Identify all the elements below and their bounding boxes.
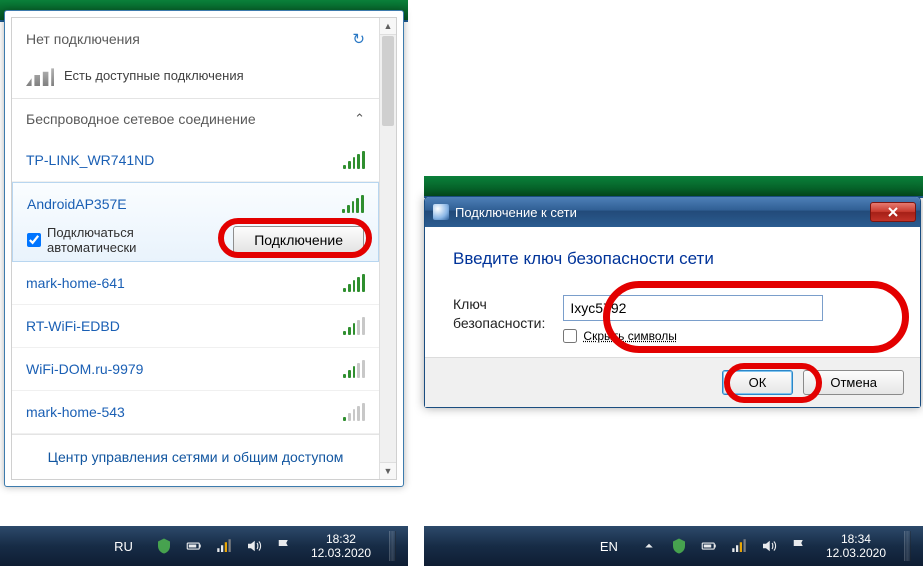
tray-up-icon[interactable] [640,537,658,555]
close-button[interactable] [870,202,916,222]
network-name: TP-LINK_WR741ND [26,152,154,168]
dialog-titlebar[interactable]: Подключение к сети [425,197,920,227]
show-desktop-button[interactable] [904,531,911,561]
network-item[interactable]: mark-home-641 [12,262,379,305]
network-item[interactable]: mark-home-543 [12,391,379,434]
hide-chars-checkbox[interactable]: Скрыть символы [563,329,892,343]
hide-chars-input[interactable] [563,329,577,343]
taskbar-right: EN 18:34 12.03.2020 [424,526,923,566]
dialog-title-text: Подключение к сети [455,205,577,220]
clock-time: 18:34 [826,532,886,546]
lang-indicator[interactable]: EN [600,539,618,554]
signal-icon [343,151,365,169]
clock[interactable]: 18:32 12.03.2020 [311,532,371,561]
ok-button[interactable]: ОК [722,370,794,395]
scroll-down-icon[interactable]: ▼ [380,462,396,479]
auto-connect-checkbox[interactable]: Подключатьсяавтоматически [27,225,136,255]
signal-icon [342,195,364,213]
flyout-header: Нет подключения ↻ [12,18,379,58]
security-key-field-wrap: Скрыть символы [563,295,892,343]
scroll-thumb[interactable] [382,36,394,126]
tray-volume-icon[interactable] [760,537,778,555]
wifi-status-icon [26,64,54,86]
dialog-footer: ОК Отмена [425,357,920,407]
dialog-app-icon [433,204,449,220]
clock-time: 18:32 [311,532,371,546]
tray-shield-icon[interactable] [155,537,173,555]
clock-date: 12.03.2020 [826,546,886,560]
network-item[interactable]: RT-WiFi-EDBD [12,305,379,348]
signal-icon [343,360,365,378]
network-item-selected[interactable]: AndroidAP357E Подключатьсяавтоматически … [12,182,379,262]
desktop-strip-right [424,176,923,198]
connect-dialog: Подключение к сети Введите ключ безопасн… [424,196,921,408]
network-name: AndroidAP357E [27,196,127,212]
tray-volume-icon[interactable] [245,537,263,555]
wireless-section-label: Беспроводное сетевое соединение [26,111,256,127]
security-key-input[interactable] [563,295,823,321]
tray-shield-icon[interactable] [670,537,688,555]
flyout-subheader-text: Есть доступные подключения [64,68,244,83]
network-item[interactable]: WiFi-DOM.ru-9979 [12,348,379,391]
flyout-header-text: Нет подключения [26,31,140,47]
network-flyout-inner: Нет подключения ↻ Есть доступные подключ… [11,17,397,480]
network-name: mark-home-641 [26,275,125,291]
signal-icon [343,403,365,421]
network-name: RT-WiFi-EDBD [26,318,120,334]
refresh-icon[interactable]: ↻ [352,30,365,48]
auto-connect-input[interactable] [27,233,41,247]
network-item[interactable]: TP-LINK_WR741ND [12,139,379,182]
clock-date: 12.03.2020 [311,546,371,560]
wireless-section-header[interactable]: Беспроводное сетевое соединение ⌃ [12,99,379,139]
security-key-row: Ключбезопасности: Скрыть символы [453,295,892,343]
network-list: TP-LINK_WR741ND AndroidAP357E Подключать… [12,139,379,434]
taskbar-left: RU 18:32 12.03.2020 [0,526,408,566]
tray-network-icon[interactable] [215,537,233,555]
dialog-heading: Введите ключ безопасности сети [453,249,892,269]
show-desktop-button[interactable] [389,531,396,561]
network-name: WiFi-DOM.ru-9979 [26,361,143,377]
network-center-link[interactable]: Центр управления сетями и общим доступом [12,434,379,479]
network-name: mark-home-543 [26,404,125,420]
signal-icon [343,317,365,335]
dialog-body: Введите ключ безопасности сети Ключбезоп… [425,227,920,357]
tray-flag-icon[interactable] [275,537,293,555]
lang-indicator[interactable]: RU [114,539,133,554]
clock[interactable]: 18:34 12.03.2020 [826,532,886,561]
tray-network-icon[interactable] [730,537,748,555]
tray-flag-icon[interactable] [790,537,808,555]
auto-connect-label: Подключатьсяавтоматически [47,225,136,255]
signal-icon [343,274,365,292]
tray-battery-icon[interactable] [185,537,203,555]
network-flyout: Нет подключения ↻ Есть доступные подключ… [4,10,404,487]
tray-battery-icon[interactable] [700,537,718,555]
chevron-up-icon: ⌃ [354,111,365,127]
security-key-label: Ключбезопасности: [453,295,545,333]
scrollbar[interactable]: ▲ ▼ [379,18,396,479]
hide-chars-label: Скрыть символы [583,329,677,343]
connect-button[interactable]: Подключение [233,226,364,254]
flyout-subheader: Есть доступные подключения [12,58,379,98]
cancel-button[interactable]: Отмена [803,370,904,395]
close-icon [887,207,899,217]
scroll-up-icon[interactable]: ▲ [380,18,396,35]
